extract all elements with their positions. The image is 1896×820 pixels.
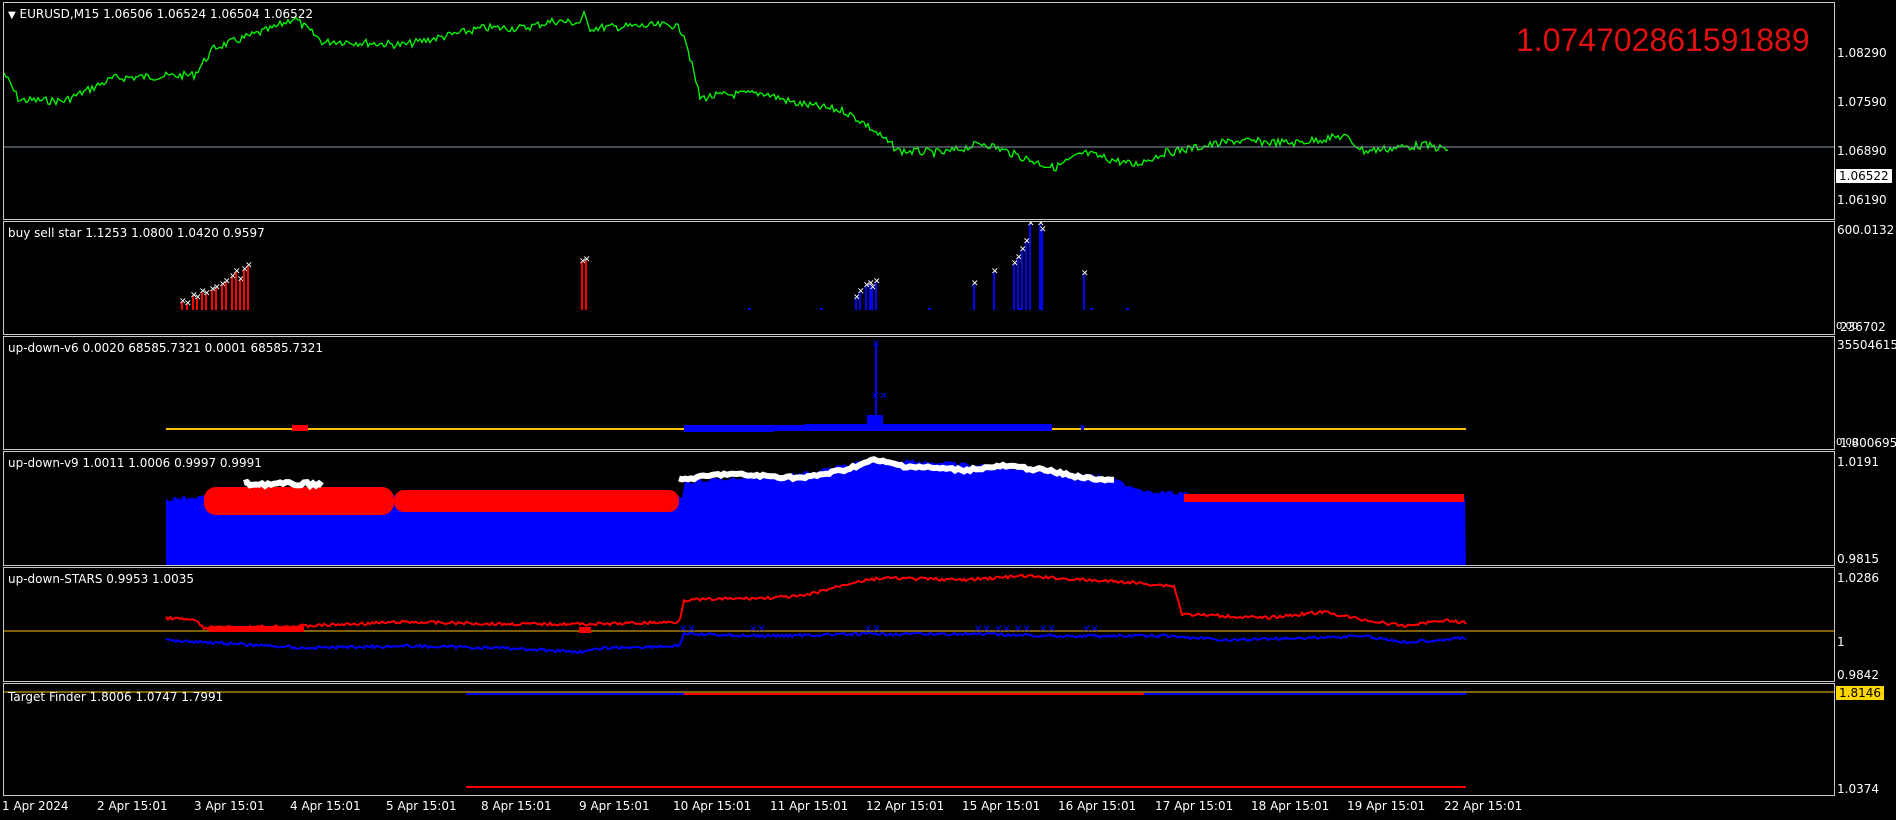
time-label: 16 Apr 15:01 — [1058, 799, 1137, 813]
time-label: 3 Apr 15:01 — [194, 799, 265, 813]
ind2-tick-zero: 0.00 — [1836, 437, 1859, 448]
blue-star: ✕✕ — [749, 624, 766, 635]
ind3-tick-top: 1.0191 — [1837, 455, 1879, 469]
blue-star: ✕✕ — [679, 624, 696, 635]
white-star: ✕ — [869, 283, 877, 293]
white-star: ✕ — [991, 267, 999, 277]
up-down-v6-panel[interactable]: ✕ ✕✕ up-down-v6 0.0020 68585.7321 0.0001 … — [3, 336, 1835, 450]
time-label: 2 Apr 15:01 — [97, 799, 168, 813]
buy-sell-star-label: buy sell star 1.1253 1.0800 1.0420 0.959… — [8, 226, 265, 240]
blue-star: ✕✕ — [994, 624, 1011, 635]
ind4-tick-mid: 1 — [1837, 635, 1845, 649]
time-label: 22 Apr 15:01 — [1444, 799, 1523, 813]
blue-star: ✕✕ — [1082, 624, 1099, 635]
target-finder-chart — [4, 691, 1834, 788]
price-tick-3: 1.06890 — [1837, 144, 1887, 158]
white-star: ✕ — [1027, 222, 1035, 229]
red-band — [204, 487, 394, 515]
red-block — [292, 425, 308, 431]
white-star: ✕ — [1039, 225, 1047, 235]
price-tick-4: 1.06190 — [1837, 193, 1887, 207]
white-wave — [243, 478, 324, 491]
red-stars — [579, 627, 591, 633]
time-axis[interactable]: 1 Apr 2024 2 Apr 15:01 3 Apr 15:01 4 Apr 15… — [0, 796, 1836, 820]
target-finder-badge: 1.8146 — [1836, 686, 1884, 700]
time-label: 8 Apr 15:01 — [481, 799, 552, 813]
up-down-stars-chart: ✕✕ ✕✕ ✕✕ ✕✕ ✕✕ ✕✕ ✕✕ ✕✕ — [4, 573, 1834, 655]
blue-dot — [928, 308, 931, 310]
time-label: 17 Apr 15:01 — [1155, 799, 1234, 813]
ind2-tick-top: 355046150 — [1837, 338, 1896, 352]
blue-star: ✕✕ — [1014, 624, 1031, 635]
blue-star: ✕✕ — [974, 624, 991, 635]
time-label: 10 Apr 15:01 — [673, 799, 752, 813]
current-price-badge: 1.06522 — [1836, 169, 1892, 183]
up-down-stars-panel[interactable]: ✕✕ ✕✕ ✕✕ ✕✕ ✕✕ ✕✕ ✕✕ ✕✕ up-down-STARS 0.9953 1.… — [3, 567, 1835, 682]
time-label: 12 Apr 15:01 — [866, 799, 945, 813]
blue-dot — [1126, 308, 1129, 310]
buy-sell-star-chart: ✕✕✕✕✕✕✕✕✕✕✕✕✕✕✕ ✕✕✕✕✕✕✕✕ ✕✕✕✕✕✕✕ ✕✕✕ — [179, 222, 1129, 310]
blue-dot — [820, 308, 823, 310]
collapse-arrow-icon[interactable]: ▼ — [8, 10, 16, 21]
blue-dot — [1018, 308, 1021, 310]
blue-star: ✕✕ — [864, 624, 881, 635]
price-tick-1: 1.08290 — [1837, 46, 1887, 60]
symbol-ohlc: EURUSD,M15 1.06506 1.06524 1.06504 1.065… — [19, 7, 314, 21]
time-label: 1 Apr 2024 — [2, 799, 69, 813]
blue-star: ✕✕ — [1039, 624, 1056, 635]
time-label: 5 Apr 15:01 — [386, 799, 457, 813]
white-star: ✕ — [1081, 269, 1089, 279]
blue-dot — [748, 308, 751, 310]
blue-line — [165, 631, 1467, 655]
ind4-tick-bottom: 0.9842 — [1837, 668, 1879, 682]
up-down-v6-label: up-down-v6 0.0020 68585.7321 0.0001 6858… — [8, 341, 323, 355]
red-band-thin — [1184, 494, 1464, 502]
buy-sell-star-panel[interactable]: ✕ ✕ ✕ ✕ ✕ ✕ ✕ ✕ ✕ ✕ ✕ ✕ ✕ ✕ ✕ ✕ ✕ ✕ ✕ ✕ ✕ ✕ ✕ ✕ ✕ ✕ ✕ ✕ ✕ ✕ ✕ ✕ ✕ buy se… — [3, 221, 1835, 335]
ind5-tick-bottom: 1.0374 — [1837, 782, 1879, 796]
symbol-header: ▼ EURUSD,M15 1.06506 1.06524 1.06504 1.0… — [8, 7, 313, 21]
red-stars — [209, 626, 304, 632]
price-tick-2: 1.07590 — [1837, 95, 1887, 109]
white-star: ✕ — [583, 255, 591, 265]
target-finder-label: Target Finder 1.8006 1.0747 1.7991 — [8, 690, 224, 704]
time-label: 11 Apr 15:01 — [770, 799, 849, 813]
ind1-tick-zero: 0.00 — [1836, 321, 1859, 332]
ind3-tick-bottom: 0.9815 — [1837, 552, 1879, 566]
time-label: 4 Apr 15:01 — [290, 799, 361, 813]
big-value-label: 1.074702861591889 — [1516, 22, 1810, 58]
ind4-tick-top: 1.0286 — [1837, 571, 1879, 585]
up-down-stars-label: up-down-STARS 0.9953 1.0035 — [8, 572, 195, 586]
blue-dot — [1090, 308, 1093, 310]
up-down-v9-label: up-down-v9 1.0011 1.0006 0.9997 0.9991 — [8, 456, 262, 470]
white-star: ✕ — [971, 279, 979, 289]
blue-dot — [1081, 425, 1084, 430]
ind1-tick-top: 600.0132 — [1837, 223, 1895, 237]
red-line — [165, 573, 1467, 631]
time-label: 9 Apr 15:01 — [579, 799, 650, 813]
time-label: 19 Apr 15:01 — [1347, 799, 1426, 813]
blue-block — [744, 425, 804, 431]
red-band — [394, 490, 679, 512]
up-down-v9-panel[interactable]: up-down-v9 1.0011 1.0006 0.9997 0.9991 — [3, 451, 1835, 566]
blue-star: ✕✕ — [871, 391, 888, 402]
blue-block — [804, 424, 1052, 431]
white-star: ✕ — [245, 261, 253, 271]
up-down-v9-chart — [166, 456, 1466, 565]
time-label: 15 Apr 15:01 — [962, 799, 1041, 813]
target-finder-panel[interactable]: Target Finder 1.8006 1.0747 1.7991 — [3, 683, 1835, 796]
blue-star: ✕ — [872, 339, 880, 350]
time-label: 18 Apr 15:01 — [1251, 799, 1330, 813]
